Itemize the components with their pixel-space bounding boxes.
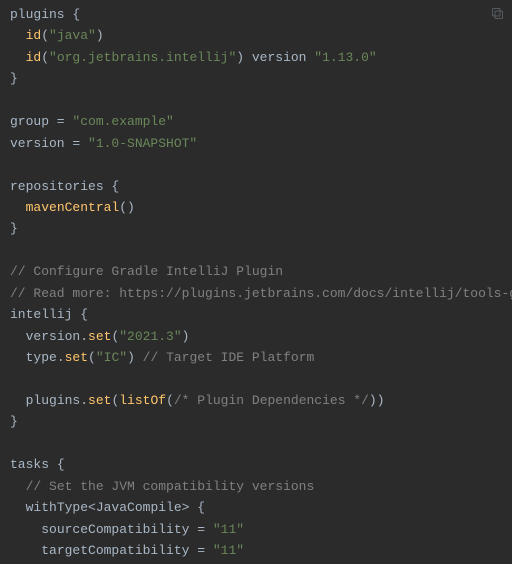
code-line: plugins { (10, 7, 80, 22)
code-comment: // Configure Gradle IntelliJ Plugin (10, 264, 283, 279)
code-line: plugins.set(listOf(/* Plugin Dependencie… (10, 393, 385, 408)
code-line: version = "1.0-SNAPSHOT" (10, 136, 197, 151)
code-line: type.set("IC") // Target IDE Platform (10, 350, 314, 365)
code-line: version.set("2021.3") (10, 329, 189, 344)
code-line: } (10, 71, 18, 86)
code-line: sourceCompatibility = "11" (10, 522, 244, 537)
code-line: group = "com.example" (10, 114, 174, 129)
blank-line (10, 243, 18, 258)
code-line: intellij { (10, 307, 88, 322)
code-line: } (10, 221, 18, 236)
code-line: targetCompatibility = "11" (10, 543, 244, 558)
code-line: repositories { (10, 179, 119, 194)
blank-line (10, 371, 18, 386)
blank-line (10, 157, 18, 172)
code-line: id("org.jetbrains.intellij") version "1.… (10, 50, 377, 65)
blank-line (10, 436, 18, 451)
code-line: id("java") (10, 28, 104, 43)
code-line: } (10, 414, 18, 429)
code-line: mavenCentral() (10, 200, 135, 215)
code-comment: // Read more: https://plugins.jetbrains.… (10, 286, 512, 301)
code-block: plugins { id("java") id("org.jetbrains.i… (0, 0, 512, 564)
copy-icon[interactable] (488, 4, 506, 22)
code-line: // Set the JVM compatibility versions (10, 479, 314, 494)
blank-line (10, 93, 18, 108)
code-line: tasks { (10, 457, 65, 472)
code-line: withType<JavaCompile> { (10, 500, 205, 515)
